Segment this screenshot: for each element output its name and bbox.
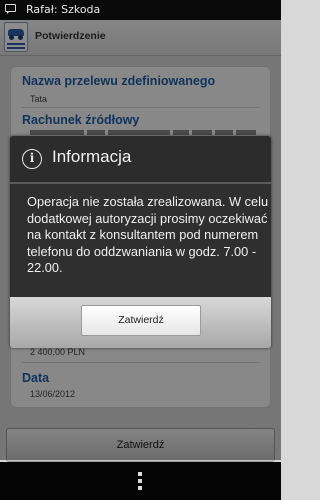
dialog-header: i Informacja (10, 136, 271, 182)
info-icon: i (22, 149, 42, 169)
navigation-bar (0, 462, 281, 500)
overflow-menu-icon[interactable] (133, 470, 147, 492)
dialog-body: Operacja nie została zrealizowana. W cel… (10, 184, 271, 297)
dialog-confirm-button[interactable]: Zatwierdź (81, 305, 201, 336)
status-bar: Rafał: Szkoda (0, 0, 281, 20)
message-icon (5, 4, 16, 15)
status-notification: Rafał: Szkoda (26, 3, 101, 16)
dialog-footer: Zatwierdź (10, 297, 271, 348)
dialog-title: Informacja (52, 147, 132, 166)
dialog-message: Operacja nie została zrealizowana. W cel… (27, 194, 269, 275)
info-dialog: i Informacja Operacja nie została zreali… (10, 136, 271, 348)
